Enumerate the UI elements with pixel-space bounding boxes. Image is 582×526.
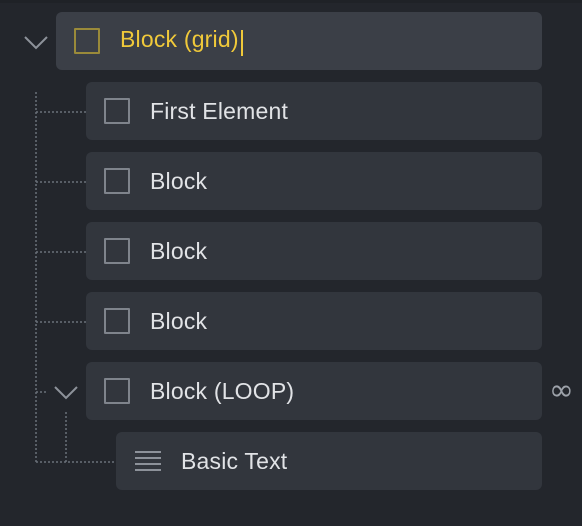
tree-item-block[interactable]: Block (86, 292, 542, 350)
tree-item-label: First Element (150, 97, 289, 124)
tree-item-label: Block (LOOP) (150, 377, 295, 404)
tree-item-label: Block (150, 167, 208, 194)
infinity-loop-icon: ∞ (549, 373, 574, 408)
structure-tree: Block (grid) First Element Block Block B… (0, 0, 582, 526)
text-caret (240, 29, 243, 56)
tree-item-label: Basic Text (181, 447, 288, 474)
square-block-icon (104, 308, 130, 334)
square-block-icon (104, 238, 130, 264)
tree-item-block[interactable]: Block (86, 222, 542, 280)
tree-item-basic-text[interactable]: Basic Text (116, 432, 542, 490)
tree-item-label: Block (grid) (120, 26, 239, 53)
tree-item-label: Block (150, 307, 208, 334)
square-block-icon (104, 378, 130, 404)
tree-item-first-element[interactable]: First Element (86, 82, 542, 140)
tree-item-block-loop[interactable]: Block (LOOP) (86, 362, 542, 420)
expand-chevron-icon[interactable] (54, 380, 78, 404)
tree-item-block[interactable]: Block (86, 152, 542, 210)
tree-item-block-grid[interactable]: Block (grid) (56, 12, 542, 70)
rename-field[interactable]: Block (grid) (120, 26, 243, 56)
expand-chevron-icon[interactable] (24, 30, 48, 54)
tree-item-label: Block (150, 237, 208, 264)
square-block-icon (104, 168, 130, 194)
text-lines-icon (135, 451, 161, 471)
square-block-icon (74, 28, 100, 54)
square-block-icon (104, 98, 130, 124)
